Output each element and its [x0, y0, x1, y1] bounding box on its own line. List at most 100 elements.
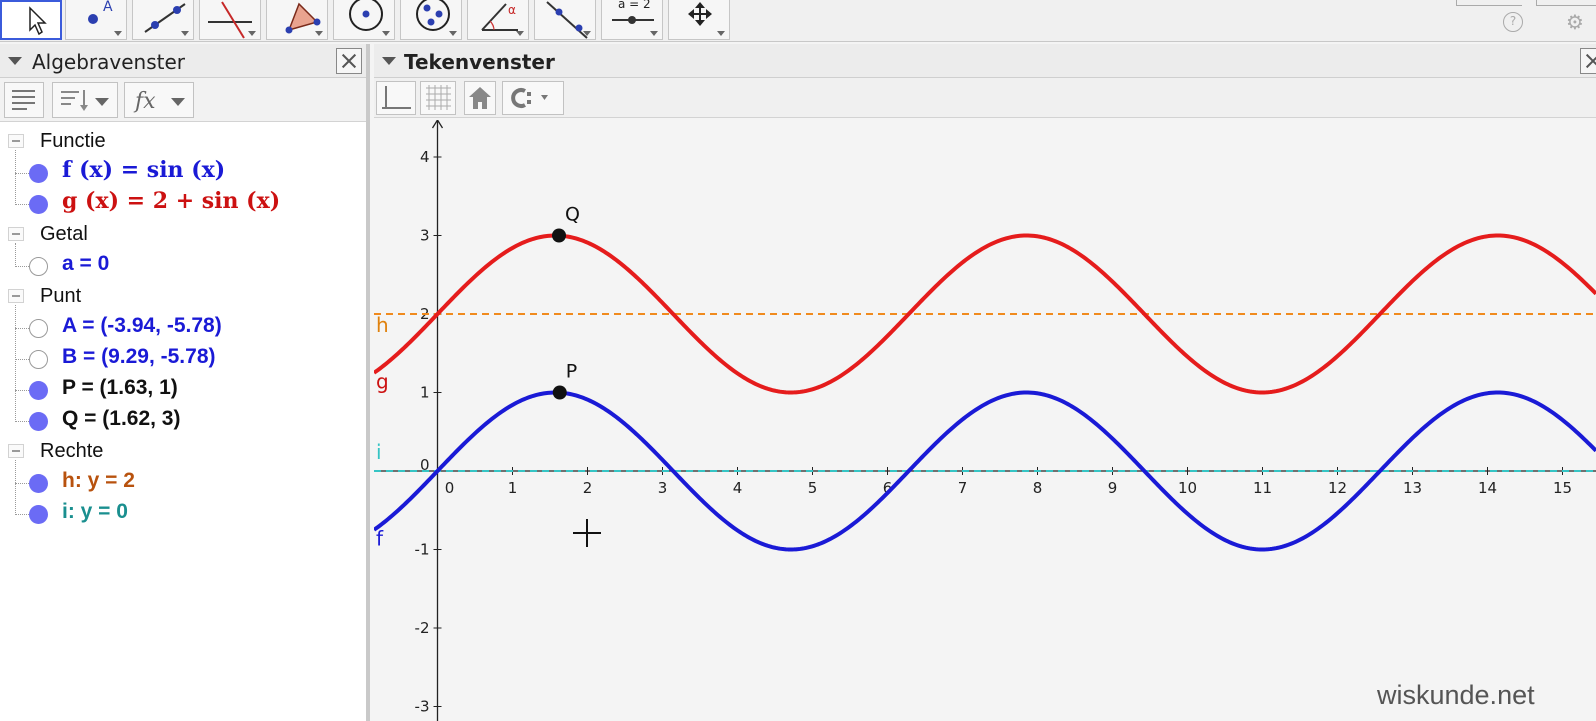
perspective-tabs [1456, 0, 1596, 6]
algebra-item[interactable]: B = (9.29, -5.78) [0, 343, 360, 373]
visibility-toggle-icon[interactable] [29, 381, 48, 400]
tree-branch [15, 514, 29, 515]
algebra-item[interactable]: A = (-3.94, -5.78) [0, 312, 360, 342]
move-view-tool-button[interactable] [668, 0, 730, 40]
sort-icon [61, 90, 88, 111]
point-P[interactable] [552, 385, 567, 400]
chevron-down-icon [171, 98, 185, 106]
point-capturing-icon [511, 88, 548, 108]
y-tick-label: 1 [420, 384, 430, 402]
visibility-toggle-icon[interactable] [29, 505, 48, 524]
gear-icon[interactable]: ⚙ [1563, 10, 1587, 34]
category-rechte[interactable]: Rechte [0, 436, 360, 466]
y-tick-label: -3 [415, 698, 430, 716]
visibility-toggle-icon[interactable] [29, 257, 48, 276]
tree-connector [15, 305, 16, 422]
sort-by-button[interactable] [52, 82, 118, 118]
algebra-item-definition[interactable]: P = (1.63, 1) [62, 376, 178, 400]
collapse-triangle-icon[interactable] [382, 57, 396, 65]
tree-branch [15, 173, 29, 174]
point-capturing-button[interactable] [502, 81, 564, 115]
visibility-toggle-icon[interactable] [29, 195, 48, 214]
y-tick-label: 4 [420, 148, 430, 166]
visibility-toggle-icon[interactable] [29, 319, 48, 338]
angle-tool-button[interactable]: α [467, 0, 529, 40]
algebra-view-title: Algebravenster [32, 50, 186, 74]
x-tick-label: 13 [1403, 479, 1422, 497]
category-getal[interactable]: Getal [0, 219, 360, 249]
point-label-Q: Q [565, 204, 580, 226]
collapse-minus-icon[interactable] [8, 227, 24, 241]
algebra-item[interactable]: P = (1.63, 1) [0, 374, 360, 404]
line-tool-button[interactable] [132, 0, 194, 40]
algebra-item[interactable]: g (x) = 2 + sin (x) [0, 188, 360, 218]
visibility-toggle-icon[interactable] [29, 350, 48, 369]
main-toolbar: A α a = 2 ? ⚙ [0, 0, 1596, 42]
graph-canvas[interactable]: 0 1 2 3 4 5 6 7 8 9 10 11 12 13 14 15-3-2-101234hifg PQ [374, 120, 1596, 721]
x-tick-label: 12 [1328, 479, 1347, 497]
visibility-toggle-icon[interactable] [29, 164, 48, 183]
standard-view-button[interactable] [464, 81, 496, 115]
category-punt[interactable]: Punt [0, 281, 360, 311]
algebra-item-definition[interactable]: g (x) = 2 + sin (x) [62, 188, 280, 214]
toggle-grid-button[interactable] [420, 81, 456, 115]
collapse-triangle-icon[interactable] [8, 57, 22, 65]
algebra-item-definition[interactable]: f (x) = sin (x) [62, 157, 225, 183]
move-tool-button[interactable] [0, 0, 62, 40]
tree-branch [15, 266, 29, 267]
point-Q[interactable] [552, 228, 566, 243]
visibility-toggle-icon[interactable] [29, 412, 48, 431]
function-fx-icon: fx [133, 89, 156, 114]
visibility-toggle-icon[interactable] [29, 474, 48, 493]
tree-branch [15, 390, 29, 391]
close-icon[interactable] [336, 48, 362, 74]
circle-tool-button[interactable] [333, 0, 395, 40]
tree-branch [15, 204, 29, 205]
conic-tool-button[interactable] [400, 0, 462, 40]
y-tick-label: -2 [415, 619, 430, 637]
collapse-minus-icon[interactable] [8, 289, 24, 303]
cursor-arrow-icon [29, 6, 47, 36]
x-tick-label: 7 [958, 479, 968, 497]
algebra-item[interactable]: h: y = 2 [0, 467, 360, 497]
algebra-item[interactable]: f (x) = sin (x) [0, 157, 360, 187]
svg-text:α: α [508, 3, 516, 17]
polygon-tool-button[interactable] [266, 0, 328, 40]
algebra-item-definition[interactable]: i: y = 0 [62, 500, 128, 524]
tree-connector [15, 243, 16, 267]
x-tick-label: 11 [1253, 479, 1272, 497]
perpendicular-tool-button[interactable] [199, 0, 261, 40]
description-mode-button[interactable]: fx [124, 82, 194, 118]
x-tick-label: 0 [445, 479, 455, 497]
show-auxiliary-button[interactable] [4, 82, 44, 118]
toggle-axes-button[interactable] [376, 81, 416, 115]
reflect-tool-button[interactable] [534, 0, 596, 40]
algebra-item-definition[interactable]: h: y = 2 [62, 469, 135, 493]
perspective-tab[interactable] [1456, 0, 1522, 6]
algebra-item[interactable]: i: y = 0 [0, 498, 360, 528]
x-tick-label: 8 [1033, 479, 1043, 497]
algebra-item-definition[interactable]: a = 0 [62, 252, 109, 276]
collapse-minus-icon[interactable] [8, 134, 24, 148]
algebra-item[interactable]: Q = (1.62, 3) [0, 405, 360, 435]
algebra-item-definition[interactable]: Q = (1.62, 3) [62, 407, 180, 431]
object-label-g: g [376, 370, 389, 394]
y-tick-label: -1 [415, 541, 430, 559]
slider-tool-button[interactable]: a = 2 [601, 0, 663, 40]
object-label-f: f [376, 527, 384, 551]
category-label: Rechte [40, 440, 104, 462]
graph-background [374, 120, 1596, 721]
algebra-item-definition[interactable]: B = (9.29, -5.78) [62, 345, 216, 369]
x-tick-label: 3 [658, 479, 668, 497]
category-functie[interactable]: Functie [0, 126, 360, 156]
help-icon[interactable]: ? [1503, 12, 1523, 32]
algebra-item-definition[interactable]: A = (-3.94, -5.78) [62, 314, 222, 338]
x-tick-label: 14 [1478, 479, 1497, 497]
algebra-item[interactable]: a = 0 [0, 250, 360, 280]
algebra-style-bar: fx [0, 78, 366, 122]
close-icon[interactable] [1580, 48, 1596, 74]
category-label: Getal [40, 223, 88, 245]
point-tool-button[interactable]: A [65, 0, 127, 40]
collapse-minus-icon[interactable] [8, 444, 24, 458]
perspective-tab[interactable] [1536, 0, 1596, 6]
